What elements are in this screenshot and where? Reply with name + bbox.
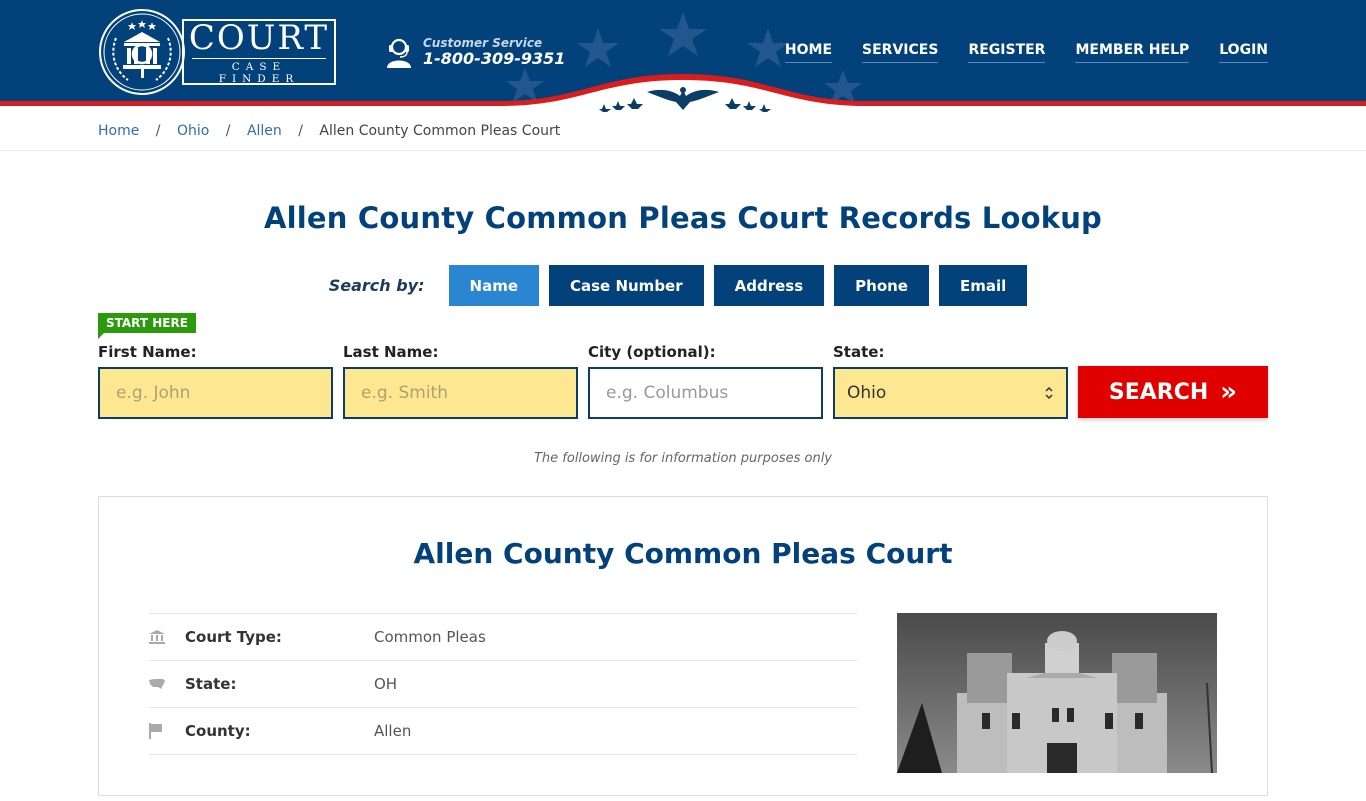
detail-label: County: xyxy=(185,722,251,740)
search-by-label: Search by: xyxy=(328,276,425,295)
court-details: Court Type: Common Pleas State: OH Count… xyxy=(149,613,857,801)
main-nav: HOME SERVICES REGISTER MEMBER HELP LOGIN xyxy=(755,42,1268,63)
tab-address[interactable]: Address xyxy=(713,265,825,306)
state-label: State: xyxy=(833,343,885,361)
tab-phone[interactable]: Phone xyxy=(834,265,929,306)
logo[interactable]: COURT CASE FINDER xyxy=(98,8,336,96)
search-button[interactable]: SEARCH » xyxy=(1078,366,1268,418)
detail-value: Common Pleas xyxy=(374,628,486,646)
breadcrumb-current: Allen County Common Pleas Court xyxy=(319,123,561,139)
select-arrows-icon xyxy=(1045,386,1053,400)
city-label: City (optional): xyxy=(588,343,716,361)
last-name-group: Last Name: e.g. Smith xyxy=(343,343,578,419)
headset-icon xyxy=(387,38,411,68)
last-name-input[interactable]: e.g. Smith xyxy=(343,367,578,419)
customer-service-phone[interactable]: 1-800-309-9351 xyxy=(423,50,565,68)
search-form: START HERE First Name: e.g. John Last Na… xyxy=(98,313,1268,433)
customer-service-label: Customer Service xyxy=(423,36,543,50)
state-group: State: Ohio xyxy=(833,343,1068,419)
nav-register[interactable]: REGISTER xyxy=(968,42,1046,63)
disclaimer: The following is for information purpose… xyxy=(533,451,833,466)
breadcrumb-separator: / xyxy=(225,123,231,139)
search-button-label: SEARCH xyxy=(1108,379,1209,405)
breadcrumb-ohio[interactable]: Ohio xyxy=(177,123,209,139)
state-select-value: Ohio xyxy=(847,383,887,403)
page-title: Allen County Common Pleas Court Records … xyxy=(263,201,1103,235)
tab-case-number[interactable]: Case Number xyxy=(549,265,704,306)
site-header: COURT CASE FINDER Customer Service 1-800… xyxy=(0,0,1366,112)
main-content: Allen County Common Pleas Court Records … xyxy=(98,201,1268,796)
first-name-label: First Name: xyxy=(98,343,197,361)
detail-label: Court Type: xyxy=(185,628,282,646)
breadcrumb-separator: / xyxy=(298,123,303,139)
usa-map-icon xyxy=(149,678,185,690)
first-name-group: First Name: e.g. John xyxy=(98,343,333,419)
nav-member-help[interactable]: MEMBER HELP xyxy=(1075,42,1190,63)
tab-name[interactable]: Name xyxy=(448,265,539,306)
courthouse-photo xyxy=(897,613,1217,773)
first-name-input[interactable]: e.g. John xyxy=(98,367,333,419)
last-name-label: Last Name: xyxy=(343,343,439,361)
breadcrumb-home[interactable]: Home xyxy=(98,123,139,139)
breadcrumb-separator: / xyxy=(155,123,161,139)
courthouse-seal-icon xyxy=(99,9,185,95)
detail-divider xyxy=(149,754,857,801)
nav-login[interactable]: LOGIN xyxy=(1219,42,1268,63)
flag-icon xyxy=(149,723,185,739)
detail-row-court-type: Court Type: Common Pleas xyxy=(149,613,857,660)
double-chevron-right-icon: » xyxy=(1220,377,1238,407)
logo-wordmark: COURT CASE FINDER xyxy=(182,19,336,85)
search-by-tabs: Search by: Name Case Number Address Phon… xyxy=(98,265,1268,306)
state-select[interactable]: Ohio xyxy=(833,367,1068,419)
nav-services[interactable]: SERVICES xyxy=(862,42,939,63)
nav-home[interactable]: HOME xyxy=(784,42,833,63)
city-input[interactable]: e.g. Columbus xyxy=(588,367,823,419)
court-title: Allen County Common Pleas Court xyxy=(413,537,953,570)
logo-title: COURT xyxy=(188,17,330,58)
city-group: City (optional): e.g. Columbus xyxy=(588,343,823,419)
tab-email[interactable]: Email xyxy=(938,265,1028,306)
customer-service: Customer Service 1-800-309-9351 xyxy=(385,36,565,68)
detail-label: State: xyxy=(185,675,237,693)
breadcrumb-allen[interactable]: Allen xyxy=(247,123,282,139)
bank-icon xyxy=(149,630,185,644)
detail-value: OH xyxy=(374,675,398,693)
court-info-card: Allen County Common Pleas Court Court Ty… xyxy=(98,496,1268,796)
breadcrumb: Home / Ohio / Allen / Allen County Commo… xyxy=(0,112,1366,151)
detail-row-county: County: Allen xyxy=(149,707,857,754)
detail-value: Allen xyxy=(374,722,412,740)
logo-subtitle: CASE FINDER xyxy=(192,57,326,85)
detail-row-state: State: OH xyxy=(149,660,857,707)
start-here-badge: START HERE xyxy=(98,313,196,339)
